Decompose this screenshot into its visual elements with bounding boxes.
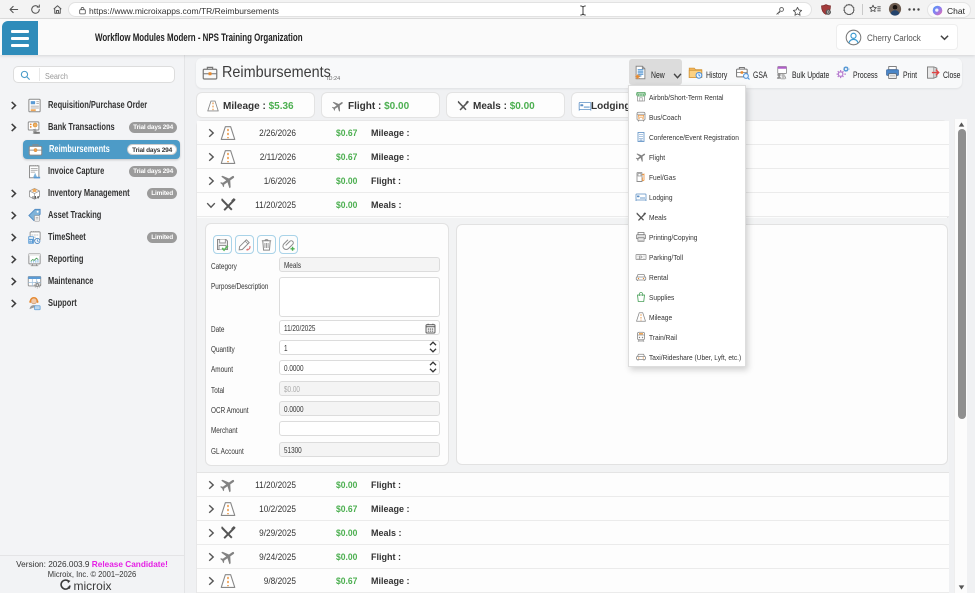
svg-text:microix: microix (74, 579, 112, 593)
